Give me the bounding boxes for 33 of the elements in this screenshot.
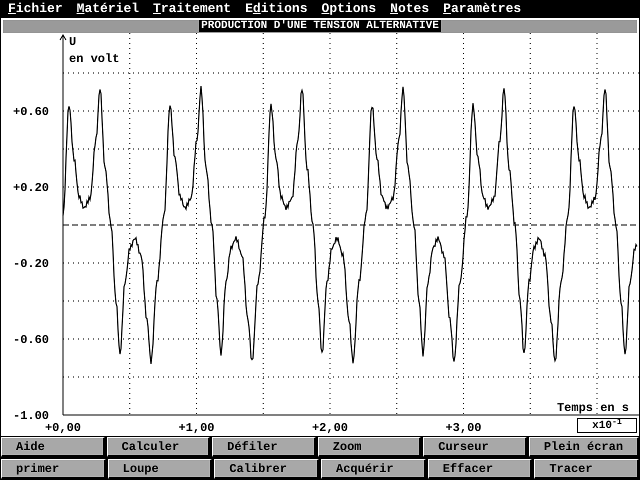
toolbar-button[interactable]: Acquérir	[321, 459, 426, 479]
menu-item[interactable]: Traitement	[153, 0, 232, 19]
y-tick-label: +0.60	[13, 104, 50, 119]
window-title: PRODUCTION D'UNE TENSION ALTERNATIVE	[199, 20, 441, 32]
y-tick-label: -0.60	[13, 332, 50, 347]
x-tick-label: +3,00	[446, 420, 482, 434]
toolbar-button[interactable]: Curseur	[423, 437, 527, 457]
y-tick-label: -1.00	[13, 408, 50, 423]
toolbar-button[interactable]: primer	[1, 459, 106, 479]
toolbar-button[interactable]: Tracer	[534, 459, 640, 479]
menu-item[interactable]: Options	[322, 0, 376, 19]
menu-item[interactable]: Fichier	[8, 0, 63, 19]
x-axis-label: Temps en s	[556, 400, 629, 415]
menu-item[interactable]: Editions	[245, 0, 308, 19]
menu-item[interactable]: Notes	[390, 0, 430, 19]
y-unit-label: en volt	[69, 52, 120, 66]
y-tick-label: -0.20	[13, 256, 50, 271]
x-tick-label: +2,00	[312, 420, 348, 434]
toolbar-button[interactable]: Plein écran	[528, 437, 640, 457]
toolbar-button[interactable]: Calculer	[106, 437, 210, 457]
toolbar-button[interactable]: Loupe	[108, 459, 212, 479]
x-scale-label: x10$^{-1}$	[577, 418, 637, 433]
toolbar-button[interactable]: Défiler	[212, 437, 316, 457]
menu-item[interactable]: Matériel	[76, 0, 140, 19]
menu-item[interactable]: Paramètres	[443, 0, 522, 19]
toolbar-button[interactable]: Calibrer	[214, 459, 320, 479]
y-axis-label: U	[69, 34, 76, 49]
toolbar-button[interactable]: Aide	[1, 437, 105, 457]
toolbar-button[interactable]: Zoom	[318, 437, 422, 457]
y-tick-label: +0.20	[13, 180, 50, 195]
toolbar-button[interactable]: Effacer	[428, 459, 532, 479]
x-tick-label: +1,00	[178, 420, 214, 434]
x-tick-label: +0,00	[45, 420, 81, 434]
